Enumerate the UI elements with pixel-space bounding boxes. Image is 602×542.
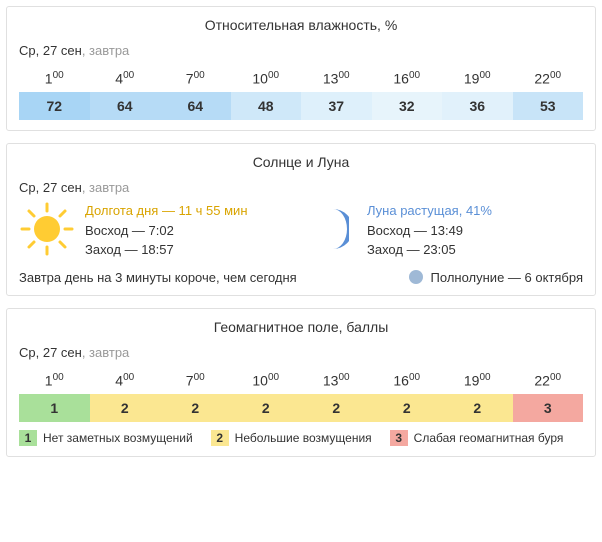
legend-item: 1 Нет заметных возмущений bbox=[19, 430, 193, 446]
time-cell: 1600 bbox=[372, 366, 443, 394]
time-cell: 1900 bbox=[442, 64, 513, 92]
geomag-value: 3 bbox=[513, 394, 584, 422]
time-cell: 1000 bbox=[231, 366, 302, 394]
time-cell: 1900 bbox=[442, 366, 513, 394]
fullmoon-icon bbox=[409, 270, 423, 284]
sun-set: Заход — 18:57 bbox=[85, 240, 248, 260]
fullmoon-text: Полнолуние — 6 октября bbox=[431, 270, 583, 285]
humidity-value: 53 bbox=[513, 92, 584, 120]
humidity-value: 64 bbox=[90, 92, 161, 120]
sunmoon-footer: Завтра день на 3 минуты короче, чем сего… bbox=[19, 270, 583, 285]
date-main: Ср, 27 сен bbox=[19, 43, 82, 58]
time-cell: 400 bbox=[90, 64, 161, 92]
sun-info: Долгота дня — 11 ч 55 мин Восход — 7:02 … bbox=[85, 201, 248, 260]
legend-item: 2 Небольшие возмущения bbox=[211, 430, 372, 446]
legend-item: 3 Слабая геомагнитная буря bbox=[390, 430, 564, 446]
humidity-value: 32 bbox=[372, 92, 443, 120]
sunmoon-title: Солнце и Луна bbox=[19, 154, 583, 170]
time-cell: 700 bbox=[160, 366, 231, 394]
geomag-value: 2 bbox=[160, 394, 231, 422]
time-cell: 100 bbox=[19, 64, 90, 92]
geomag-value: 2 bbox=[90, 394, 161, 422]
legend-label: Небольшие возмущения bbox=[235, 431, 372, 445]
time-cell: 700 bbox=[160, 64, 231, 92]
moon-column: Луна растущая, 41% Восход — 13:49 Заход … bbox=[301, 201, 583, 260]
time-cell: 1300 bbox=[301, 64, 372, 92]
humidity-value: 72 bbox=[19, 92, 90, 120]
shorter-day-note: Завтра день на 3 минуты короче, чем сего… bbox=[19, 270, 297, 285]
geomag-value: 2 bbox=[372, 394, 443, 422]
date-sub: , завтра bbox=[82, 43, 129, 58]
moon-icon bbox=[301, 201, 357, 257]
day-length: Долгота дня — 11 ч 55 мин bbox=[85, 201, 248, 221]
time-cell: 1600 bbox=[372, 64, 443, 92]
geomag-time-row: 100 400 700 1000 1300 1600 1900 2200 bbox=[19, 366, 583, 394]
geomag-values-row: 1 2 2 2 2 2 2 3 bbox=[19, 394, 583, 422]
fullmoon-note: Полнолуние — 6 октября bbox=[409, 270, 583, 285]
legend-swatch: 2 bbox=[211, 430, 229, 446]
time-cell: 400 bbox=[90, 366, 161, 394]
time-cell: 1000 bbox=[231, 64, 302, 92]
time-cell: 100 bbox=[19, 366, 90, 394]
sun-icon bbox=[19, 201, 75, 257]
humidity-value: 48 bbox=[231, 92, 302, 120]
moon-set: Заход — 23:05 bbox=[367, 240, 492, 260]
sunmoon-card: Солнце и Луна Ср, 27 сен, завтра bbox=[6, 143, 596, 296]
sunmoon-body: Долгота дня — 11 ч 55 мин Восход — 7:02 … bbox=[19, 201, 583, 260]
geomag-value: 2 bbox=[231, 394, 302, 422]
geomag-title: Геомагнитное поле, баллы bbox=[19, 319, 583, 335]
geomag-card: Геомагнитное поле, баллы Ср, 27 сен, зав… bbox=[6, 308, 596, 457]
legend-label: Слабая геомагнитная буря bbox=[414, 431, 564, 445]
geomag-value: 2 bbox=[442, 394, 513, 422]
sunmoon-date: Ср, 27 сен, завтра bbox=[19, 180, 583, 195]
geomag-legend: 1 Нет заметных возмущений 2 Небольшие во… bbox=[19, 430, 583, 446]
humidity-value: 37 bbox=[301, 92, 372, 120]
time-cell: 2200 bbox=[513, 366, 584, 394]
moon-phase: Луна растущая, 41% bbox=[367, 201, 492, 221]
sun-column: Долгота дня — 11 ч 55 мин Восход — 7:02 … bbox=[19, 201, 301, 260]
humidity-values-row: 72 64 64 48 37 32 36 53 bbox=[19, 92, 583, 120]
legend-swatch: 3 bbox=[390, 430, 408, 446]
humidity-card: Относительная влажность, % Ср, 27 сен, з… bbox=[6, 6, 596, 131]
geomag-date: Ср, 27 сен, завтра bbox=[19, 345, 583, 360]
geomag-value: 2 bbox=[301, 394, 372, 422]
moon-rise: Восход — 13:49 bbox=[367, 221, 492, 241]
humidity-value: 36 bbox=[442, 92, 513, 120]
humidity-value: 64 bbox=[160, 92, 231, 120]
time-cell: 2200 bbox=[513, 64, 584, 92]
legend-swatch: 1 bbox=[19, 430, 37, 446]
humidity-time-row: 100 400 700 1000 1300 1600 1900 2200 bbox=[19, 64, 583, 92]
sun-rise: Восход — 7:02 bbox=[85, 221, 248, 241]
geomag-value: 1 bbox=[19, 394, 90, 422]
moon-info: Луна растущая, 41% Восход — 13:49 Заход … bbox=[367, 201, 492, 260]
humidity-title: Относительная влажность, % bbox=[19, 17, 583, 33]
humidity-date: Ср, 27 сен, завтра bbox=[19, 43, 583, 58]
legend-label: Нет заметных возмущений bbox=[43, 431, 193, 445]
time-cell: 1300 bbox=[301, 366, 372, 394]
